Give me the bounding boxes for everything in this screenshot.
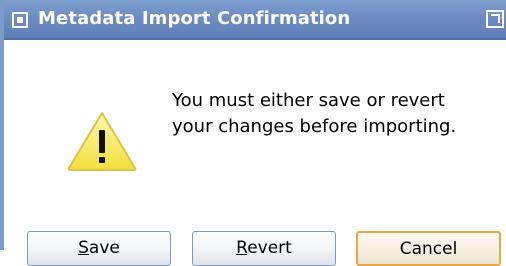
title-bar[interactable]: Metadata Import Confirmation xyxy=(4,0,506,40)
confirmation-dialog: Metadata Import Confirmation You must ei… xyxy=(0,0,506,266)
message-line-1: You must either save or revert xyxy=(172,90,445,111)
save-label-rest: ave xyxy=(88,238,120,258)
message-line-2: your changes before importing. xyxy=(172,116,457,137)
maximize-icon[interactable] xyxy=(486,10,504,28)
save-mnemonic: S xyxy=(78,238,89,258)
revert-label-rest: evert xyxy=(247,238,292,258)
dialog-content: You must either save or revert your chan… xyxy=(4,40,506,266)
message-text: You must either save or revert your chan… xyxy=(172,88,492,140)
save-button[interactable]: Save xyxy=(27,231,171,266)
dialog-title: Metadata Import Confirmation xyxy=(38,8,351,29)
cancel-button[interactable]: Cancel xyxy=(356,231,501,266)
revert-button[interactable]: Revert xyxy=(192,231,336,266)
revert-mnemonic: R xyxy=(236,238,248,258)
warning-triangle-icon xyxy=(67,112,137,171)
window-menu-icon[interactable] xyxy=(12,12,28,28)
